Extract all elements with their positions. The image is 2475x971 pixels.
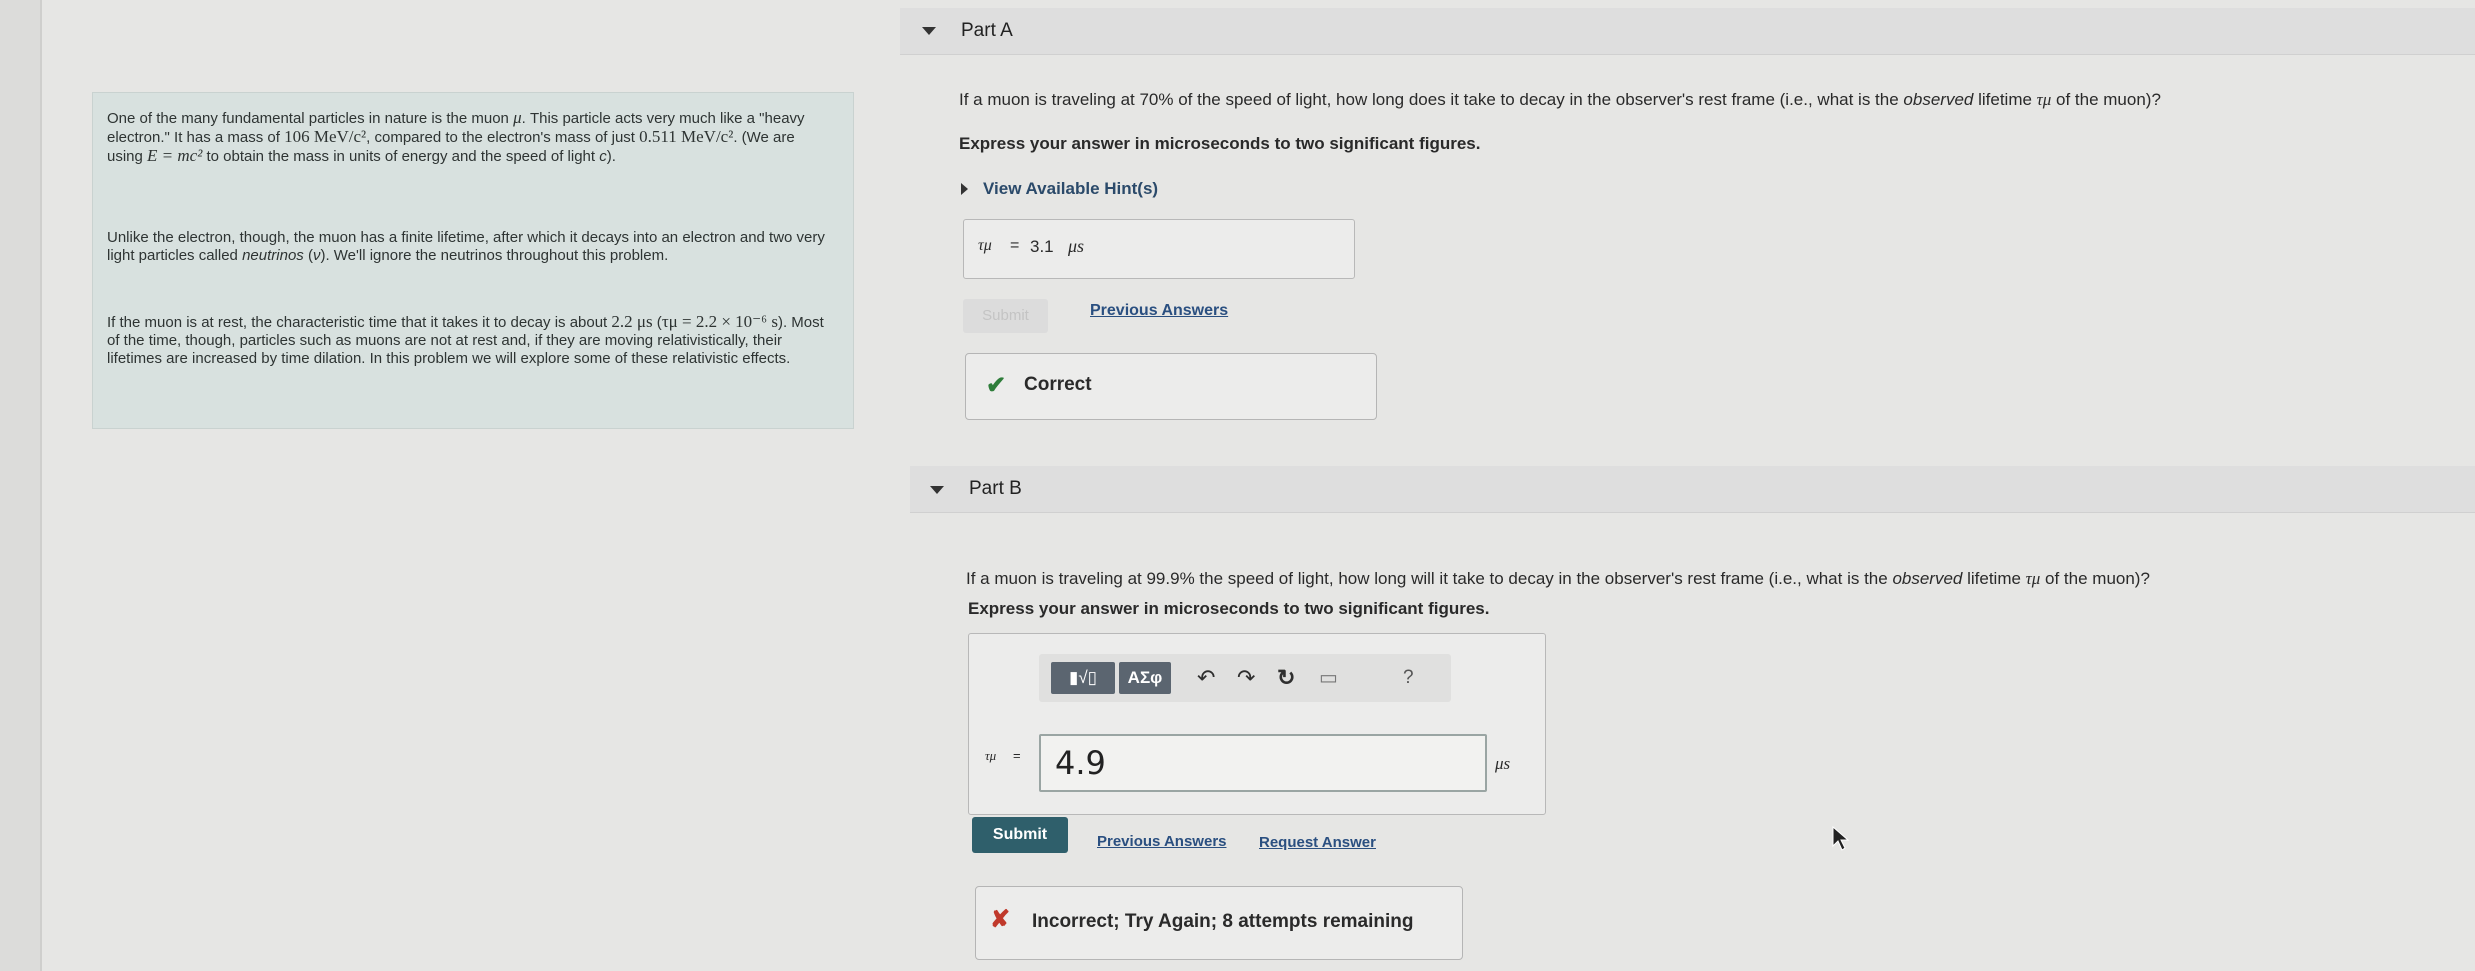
answer-input-value: 4.9 [1055, 744, 1106, 782]
checkmark-icon: ✔ [986, 372, 1007, 399]
answer-unit: μs [1068, 236, 1085, 256]
part-a-instruction: Express your answer in microseconds to t… [959, 134, 1481, 153]
view-hints-link[interactable]: View Available Hint(s) [983, 179, 1158, 199]
collapse-caret-icon[interactable] [922, 27, 936, 35]
part-b-submit-button[interactable]: Submit [972, 817, 1068, 853]
math-editor: ▮√▯ ΑΣφ ↶ ↷ ↻ ▭ ? τμ = 4.9 μs [968, 633, 1546, 815]
answer-variable: τμ [978, 237, 992, 254]
part-b-question: If a muon is traveling at 99.9% the spee… [966, 569, 2150, 588]
redo-icon[interactable]: ↷ [1237, 664, 1255, 692]
part-a-answer-box: τμ = 3.1 μs [963, 219, 1355, 279]
correct-feedback-text: Correct [1024, 374, 1092, 395]
intro-paragraph-2: Unlike the electron, though, the muon ha… [107, 229, 825, 264]
undo-icon[interactable]: ↶ [1197, 664, 1215, 692]
answer-equals: = [1010, 237, 1020, 254]
part-b-title: Part B [969, 478, 1022, 499]
answer-unit: μs [1495, 754, 1511, 773]
left-rail [0, 0, 42, 971]
answer-input[interactable]: 4.9 [1039, 734, 1487, 792]
part-a-submit-button[interactable]: Submit [963, 299, 1048, 333]
part-b-feedback: ✘ Incorrect; Try Again; 8 attempts remai… [975, 886, 1463, 960]
part-a-previous-answers-link[interactable]: Previous Answers [1090, 302, 1228, 320]
request-answer-link[interactable]: Request Answer [1259, 834, 1376, 851]
error-x-icon: ✘ [990, 906, 1011, 933]
incorrect-feedback-text: Incorrect; Try Again; 8 attempts remaini… [1032, 911, 1414, 932]
part-b-header[interactable]: Part B [910, 466, 2475, 513]
part-a-header[interactable]: Part A [900, 8, 2475, 55]
templates-button[interactable]: ▮√▯ [1051, 662, 1115, 694]
part-b-instruction: Express your answer in microseconds to t… [968, 599, 1490, 618]
keyboard-icon[interactable]: ▭ [1319, 664, 1338, 692]
part-a-feedback: ✔ Correct [965, 353, 1377, 420]
intro-paragraph-3: If the muon is at rest, the characterist… [107, 312, 824, 368]
part-a-question: If a muon is traveling at 70% of the spe… [959, 90, 2161, 109]
answer-value: 3.1 [1030, 237, 1054, 256]
help-icon[interactable]: ? [1403, 664, 1414, 692]
part-b-previous-answers-link[interactable]: Previous Answers [1097, 833, 1227, 850]
part-a-title: Part A [961, 20, 1013, 41]
problem-intro-panel: One of the many fundamental particles in… [92, 92, 854, 429]
hint-expand-icon[interactable] [961, 183, 968, 195]
greek-symbols-button[interactable]: ΑΣφ [1119, 662, 1171, 694]
math-toolbar: ▮√▯ ΑΣφ ↶ ↷ ↻ ▭ ? [1039, 654, 1451, 702]
reset-icon[interactable]: ↻ [1277, 664, 1295, 692]
answer-equals: = [1013, 748, 1021, 763]
collapse-caret-icon[interactable] [930, 486, 944, 494]
intro-paragraph-1: One of the many fundamental particles in… [107, 108, 805, 166]
mouse-cursor-icon [1832, 826, 1850, 851]
answer-variable: τμ [985, 748, 997, 763]
